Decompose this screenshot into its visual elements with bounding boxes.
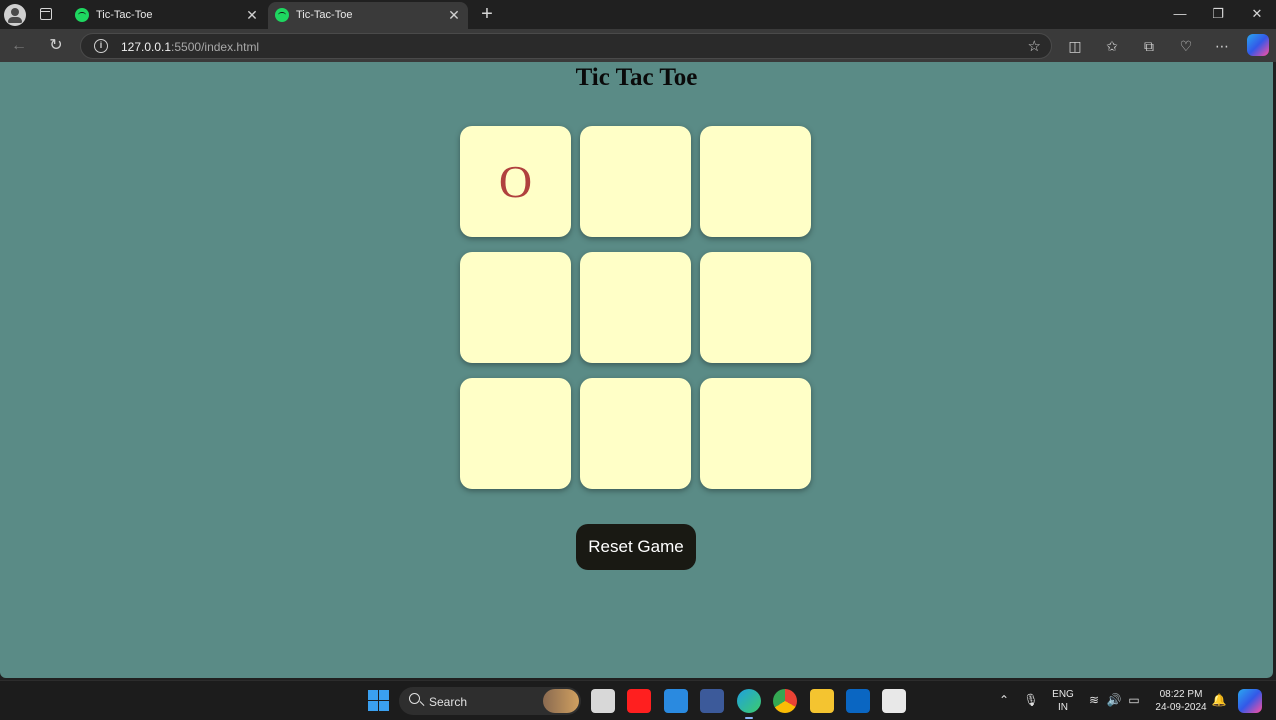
new-tab-icon[interactable]: + <box>476 3 498 25</box>
url-host: 127.0.0.1 <box>121 40 172 54</box>
close-tab-icon[interactable]: ✕ <box>446 7 462 23</box>
back-arrow-icon[interactable]: ← <box>8 35 30 57</box>
language-indicator[interactable]: ENG IN <box>1050 688 1076 714</box>
restore-icon[interactable]: ❐ <box>1206 4 1230 24</box>
spotify-favicon-icon <box>75 8 89 22</box>
vscode-icon[interactable] <box>664 689 688 713</box>
board-cell-9[interactable] <box>700 378 811 489</box>
favorite-star-icon[interactable]: ☆ <box>1028 37 1041 55</box>
app-icon[interactable] <box>700 689 724 713</box>
edge-icon[interactable] <box>737 689 761 713</box>
tab-title: Tic-Tac-Toe <box>296 9 353 21</box>
windows-start-icon[interactable] <box>367 689 391 713</box>
microphone-icon[interactable]: 🎙 <box>1023 693 1039 707</box>
chrome-icon[interactable] <box>773 689 797 713</box>
youtube-icon[interactable] <box>627 689 651 713</box>
volume-icon[interactable]: 🔊 <box>1106 693 1122 707</box>
split-screen-icon[interactable]: ◫ <box>1064 35 1086 57</box>
close-window-icon[interactable]: ✕ <box>1245 4 1269 24</box>
clock[interactable]: 08:22 PM 24-09-2024 <box>1150 688 1212 714</box>
reload-icon[interactable]: ↻ <box>45 35 67 57</box>
site-info-icon[interactable]: i <box>94 39 108 53</box>
favorites-icon[interactable]: ✩ <box>1101 35 1123 57</box>
reset-game-button[interactable]: Reset Game <box>576 524 696 570</box>
minimize-icon[interactable]: — <box>1168 4 1192 24</box>
language-line-1: ENG <box>1052 689 1074 700</box>
wifi-icon[interactable]: ≋ <box>1086 693 1102 707</box>
close-tab-icon[interactable]: ✕ <box>244 7 260 23</box>
tab-actions-icon[interactable] <box>40 8 52 20</box>
board-cell-8[interactable] <box>580 378 691 489</box>
board-cell-7[interactable] <box>460 378 571 489</box>
tab-title: Tic-Tac-Toe <box>96 9 153 21</box>
page-title: Tic Tac Toe <box>575 64 698 91</box>
copilot-icon[interactable] <box>1247 34 1269 56</box>
snipping-tool-icon[interactable] <box>882 689 906 713</box>
notification-bell-icon[interactable]: 🔔 <box>1211 693 1227 707</box>
browser-toolbar: ← ↻ i 127.0.0.1:5500/index.html ☆ ◫ ✩ ⧉ … <box>0 29 1276 62</box>
page-viewport: Tic Tac Toe O Reset Game <box>0 62 1273 678</box>
board-cell-4[interactable] <box>460 252 571 363</box>
task-view-icon[interactable] <box>591 689 615 713</box>
browser-tab-1[interactable]: Tic-Tac-Toe ✕ <box>68 2 266 29</box>
copilot-taskbar-icon[interactable] <box>1238 689 1262 713</box>
game-board: O <box>460 126 812 490</box>
profile-icon[interactable] <box>4 4 26 26</box>
more-options-icon[interactable]: ⋯ <box>1211 35 1233 57</box>
active-app-indicator <box>745 717 753 719</box>
language-line-2: IN <box>1058 702 1068 713</box>
browser-tab-2-active[interactable]: Tic-Tac-Toe ✕ <box>268 2 468 29</box>
windows-taskbar: Search ⌃ 🎙 ENG IN ≋ 🔊 ▭ 08:22 PM 24-09-2… <box>0 680 1276 720</box>
search-highlight-image <box>543 689 579 713</box>
show-hidden-icons-chevron-icon[interactable]: ⌃ <box>996 693 1012 707</box>
board-cell-5[interactable] <box>580 252 691 363</box>
search-icon <box>409 693 420 704</box>
browser-tab-strip: Tic-Tac-Toe ✕ Tic-Tac-Toe ✕ + — ❐ ✕ <box>0 0 1276 29</box>
clock-time: 08:22 PM <box>1159 689 1203 700</box>
board-cell-6[interactable] <box>700 252 811 363</box>
linkedin-icon[interactable] <box>846 689 870 713</box>
board-cell-2[interactable] <box>580 126 691 237</box>
board-cell-3[interactable] <box>700 126 811 237</box>
spotify-favicon-icon <box>275 8 289 22</box>
clock-date: 24-09-2024 <box>1155 702 1207 713</box>
battery-icon[interactable]: ▭ <box>1126 693 1142 707</box>
url-path: :5500/index.html <box>171 40 260 54</box>
taskbar-search-input[interactable]: Search <box>399 687 581 715</box>
board-cell-1[interactable]: O <box>460 126 571 237</box>
collections-icon[interactable]: ⧉ <box>1138 35 1160 57</box>
search-label: Search <box>429 695 468 709</box>
browser-essentials-icon[interactable]: ♡ <box>1175 35 1197 57</box>
file-explorer-icon[interactable] <box>810 689 834 713</box>
address-bar[interactable]: i 127.0.0.1:5500/index.html ☆ <box>80 33 1052 59</box>
url-text: 127.0.0.1:5500/index.html <box>121 40 259 54</box>
